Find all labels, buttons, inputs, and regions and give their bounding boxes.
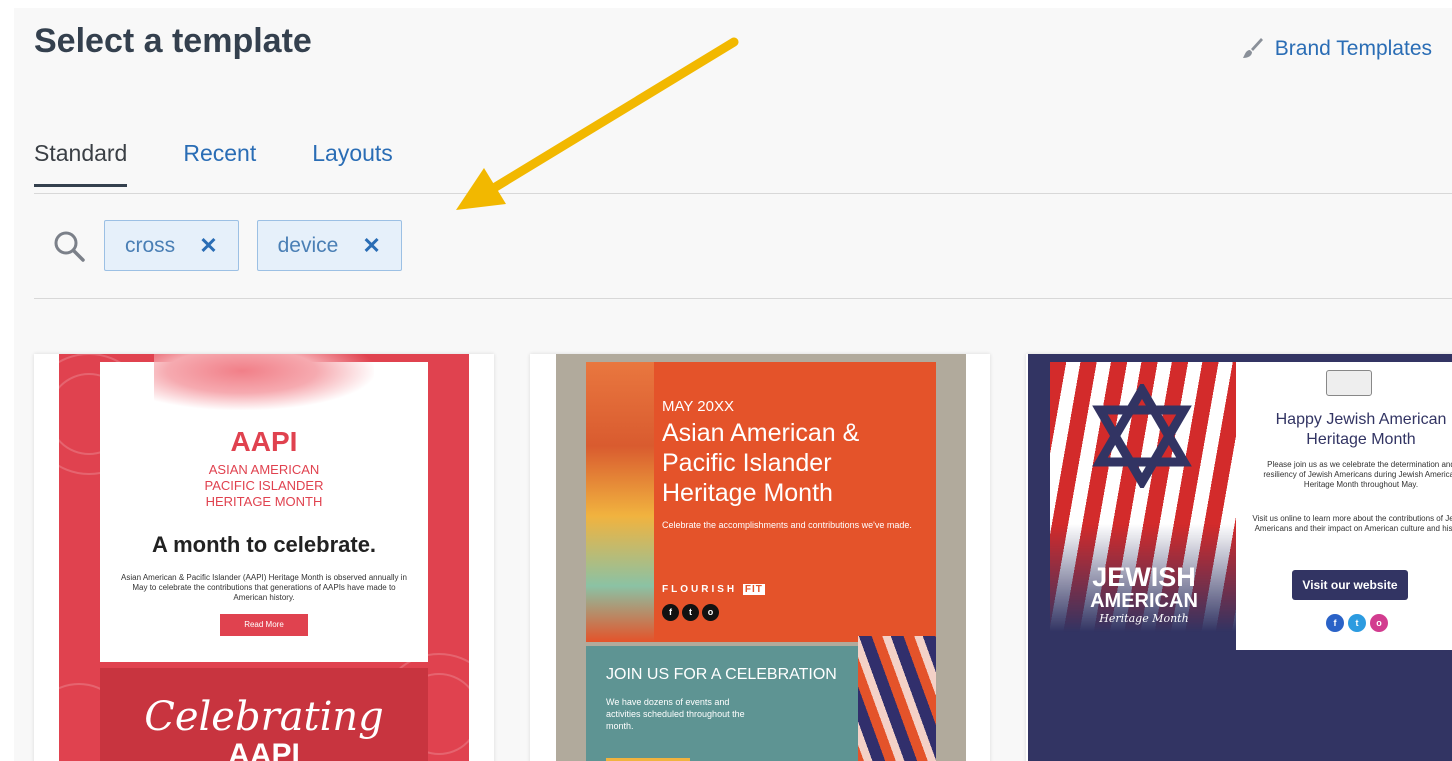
filter-chip-cross: cross ✕ bbox=[104, 220, 239, 271]
instagram-icon: o bbox=[1370, 614, 1388, 632]
brand-templates-link[interactable]: Brand Templates bbox=[1239, 36, 1432, 62]
template-picker-page: Select a template Brand Templates Standa… bbox=[14, 8, 1452, 761]
tab-standard[interactable]: Standard bbox=[34, 140, 128, 187]
subtitle-line: ASIAN AMERICAN bbox=[208, 462, 320, 477]
email-paragraph: Visit us online to learn more about the … bbox=[1252, 514, 1452, 533]
tab-layouts[interactable]: Layouts bbox=[312, 140, 393, 187]
read-more-button: Read More bbox=[220, 614, 308, 636]
email-paragraph: Please join us as we celebrate the deter… bbox=[1263, 460, 1452, 489]
scallop-border bbox=[100, 656, 428, 668]
left-title: JEWISH AMERICAN bbox=[1056, 562, 1232, 613]
heading-line: Heritage Month bbox=[662, 479, 833, 507]
left-title-line: JEWISH bbox=[1092, 562, 1196, 592]
brand-templates-label: Brand Templates bbox=[1274, 37, 1432, 60]
tab-recent[interactable]: Recent bbox=[183, 140, 256, 187]
watercolor-flower bbox=[154, 354, 374, 410]
email-headline: A month to celebrate. bbox=[151, 532, 377, 557]
email-heading: Happy Jewish American Heritage Month bbox=[1250, 410, 1452, 450]
image-placeholder-icon bbox=[1326, 370, 1372, 396]
visit-website-button: Visit our website bbox=[1292, 570, 1408, 600]
email-title: AAPI bbox=[230, 426, 298, 457]
twitter-icon: t bbox=[1348, 614, 1366, 632]
instagram-icon: o bbox=[702, 604, 719, 621]
heading-line: Asian American & bbox=[662, 419, 860, 447]
email-description: Celebrate the accomplishments and contri… bbox=[662, 520, 912, 530]
subtitle-line: PACIFIC ISLANDER bbox=[204, 478, 324, 493]
template-tabs: Standard Recent Layouts bbox=[34, 140, 449, 187]
join-description: We have dozens of events and activities … bbox=[606, 697, 745, 731]
filter-chip-label: device bbox=[277, 233, 339, 257]
remove-filter-icon[interactable]: ✕ bbox=[199, 234, 217, 257]
star-of-david-icon bbox=[1092, 384, 1192, 488]
tropical-leaves-art bbox=[586, 362, 654, 642]
filter-chip-label: cross bbox=[125, 233, 176, 257]
tab-divider bbox=[34, 193, 1452, 194]
remove-filter-icon[interactable]: ✕ bbox=[362, 234, 380, 257]
logo-badge: FIT bbox=[742, 584, 765, 595]
brand-logo: FLOURISH FIT bbox=[662, 584, 765, 595]
left-subtitle: Heritage Month bbox=[1099, 612, 1189, 625]
email-heading: Asian American & Pacific Islander Herita… bbox=[662, 418, 912, 508]
heading-line: Pacific Islander bbox=[662, 449, 832, 477]
email-date: MAY 20XX bbox=[662, 398, 734, 415]
page-title: Select a template bbox=[34, 22, 312, 60]
template-card-flourish[interactable]: MAY 20XX Asian American & Pacific Island… bbox=[530, 354, 990, 761]
bottom-heading: AAPI bbox=[228, 738, 300, 761]
script-heading: Celebrating bbox=[144, 694, 384, 740]
annotation-arrow-icon bbox=[456, 37, 739, 210]
facebook-icon: f bbox=[662, 604, 679, 621]
template-card-jewish-american[interactable]: JEWISH AMERICAN Heritage Month Happy Jew… bbox=[1026, 354, 1452, 761]
social-icons: f t o bbox=[662, 604, 719, 621]
twitter-icon: t bbox=[682, 604, 699, 621]
content-panel bbox=[1236, 362, 1452, 650]
heading-line: Heritage Month bbox=[1306, 431, 1416, 448]
search-icon[interactable] bbox=[52, 229, 86, 263]
social-icons: f t o bbox=[1326, 614, 1388, 632]
email-body-text: Asian American & Pacific Islander (AAPI)… bbox=[121, 573, 407, 602]
email-subtitle: ASIAN AMERICAN PACIFIC ISLANDER HERITAGE… bbox=[100, 462, 428, 510]
paintbrush-icon bbox=[1242, 38, 1263, 58]
search-filter-row: cross ✕ device ✕ bbox=[34, 220, 420, 271]
join-title: JOIN US FOR A CELEBRATION bbox=[606, 666, 837, 683]
subtitle-line: HERITAGE MONTH bbox=[205, 494, 323, 509]
left-title-line: AMERICAN bbox=[1090, 590, 1198, 612]
template-card-aapi[interactable]: AAPI ASIAN AMERICAN PACIFIC ISLANDER HER… bbox=[34, 354, 494, 761]
facebook-icon: f bbox=[1326, 614, 1344, 632]
decorative-stripes bbox=[858, 636, 936, 761]
logo-text: FLOURISH bbox=[662, 584, 738, 595]
heading-line: Happy Jewish American bbox=[1275, 411, 1447, 428]
filter-divider bbox=[34, 298, 1452, 299]
filter-chip-device: device ✕ bbox=[256, 220, 402, 271]
